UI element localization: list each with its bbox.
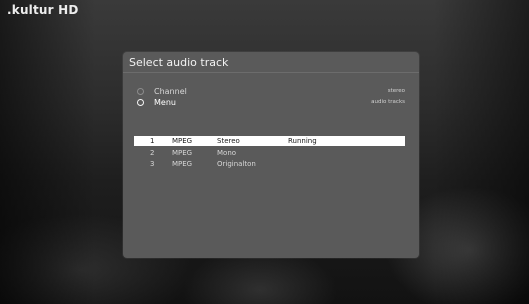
radio-selected-icon xyxy=(137,98,144,106)
option-channel-label: Channel xyxy=(154,86,187,96)
option-channel-value: stereo xyxy=(387,88,405,94)
track-format: MPEG xyxy=(172,137,193,145)
audio-track-dialog: Select audio track Channel stereo Menu a… xyxy=(123,52,419,258)
option-channel[interactable]: Channel xyxy=(137,86,187,96)
track-format: MPEG xyxy=(172,160,193,168)
option-menu-label: Menu xyxy=(154,97,176,107)
track-type: Mono xyxy=(217,149,237,157)
track-status: Running xyxy=(288,137,317,145)
dialog-title: Select audio track xyxy=(129,56,229,69)
radio-icon xyxy=(137,87,144,95)
track-format: MPEG xyxy=(172,149,193,157)
track-type: Stereo xyxy=(217,137,240,145)
track-row-3[interactable]: 3 MPEG Originalton xyxy=(134,159,405,169)
track-row-2[interactable]: 2 MPEG Mono xyxy=(134,148,405,158)
track-number: 1 xyxy=(150,137,155,145)
track-number: 3 xyxy=(150,160,155,168)
track-row-1[interactable]: 1 MPEG Stereo Running xyxy=(134,136,405,146)
track-type: Originalton xyxy=(217,160,256,168)
option-menu[interactable]: Menu xyxy=(137,97,176,107)
track-number: 2 xyxy=(150,149,155,157)
title-divider xyxy=(123,72,419,73)
option-menu-value: audio tracks xyxy=(371,99,405,105)
channel-logo: .kultur HD xyxy=(7,3,79,17)
